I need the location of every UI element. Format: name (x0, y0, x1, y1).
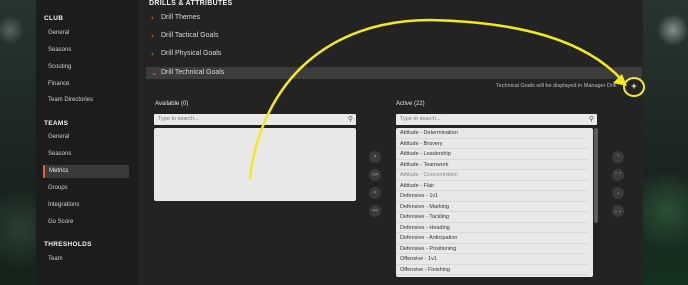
list-item[interactable]: Defensive - Marking (396, 202, 588, 212)
sidebar-item-threshold-team[interactable]: Team (43, 253, 129, 266)
search-icon: ⚲ (588, 116, 594, 123)
move-up-button[interactable]: ⌃ (612, 151, 624, 163)
available-list[interactable] (154, 128, 356, 201)
list-item[interactable]: Attitude - Flair (396, 181, 588, 191)
available-label: Available (0) (155, 101, 189, 107)
active-search-input[interactable]: Type to search... ⚲ (396, 114, 597, 125)
info-text: Technical Goals will be displayed in Man… (496, 83, 617, 89)
main-panel: DRILLS & ATTRIBUTES › Drill Themes › Dri… (138, 0, 645, 285)
sidebar-section-club: CLUB (44, 15, 64, 22)
sidebar-item-club-general[interactable]: General (43, 27, 129, 40)
sidebar-item-finance[interactable]: Finance (43, 78, 129, 91)
accordion-label: Drill Physical Goals (161, 50, 222, 57)
move-all-left-button[interactable]: << (369, 205, 381, 217)
list-item[interactable]: Defensive - Positioning (396, 244, 588, 254)
chevron-right-icon: › (151, 49, 154, 58)
sidebar-item-groups[interactable]: Groups (43, 182, 129, 195)
move-down-button[interactable]: ⌄ (612, 187, 624, 199)
available-search-input[interactable]: Type to search... ⚲ (154, 114, 356, 125)
sidebar-item-teams-seasons[interactable]: Seasons (43, 148, 129, 161)
move-right-button[interactable]: > (369, 151, 381, 163)
list-item[interactable]: Attitude - Bravery (396, 139, 588, 149)
list-item[interactable]: Defensive - Heading (396, 223, 588, 233)
accordion-drill-tactical-goals[interactable]: › Drill Tactical Goals (146, 30, 642, 42)
accordion-label: Drill Themes (161, 14, 201, 21)
sidebar-item-scouting[interactable]: Scouting (43, 61, 129, 74)
background-left (0, 0, 36, 285)
list-item[interactable]: Defensive - Anticipation (396, 233, 588, 244)
sidebar: CLUB General Seasons Scouting Finance Te… (36, 0, 138, 285)
background-right (643, 0, 688, 285)
chevron-right-icon: › (151, 13, 154, 22)
sidebar-item-teams-general[interactable]: General (43, 131, 129, 144)
move-left-button[interactable]: < (369, 187, 381, 199)
page-title: DRILLS & ATTRIBUTES (149, 0, 233, 7)
list-item[interactable]: Attitude - Leadership (396, 149, 588, 160)
sidebar-item-club-seasons[interactable]: Seasons (43, 44, 129, 57)
accordion-label: Drill Technical Goals (161, 69, 225, 76)
list-item[interactable]: Attitude - Determination (396, 128, 588, 139)
sidebar-section-teams: TEAMS (44, 120, 69, 127)
search-placeholder: Type to search... (400, 116, 441, 122)
list-item[interactable]: Attitude - Concentration (396, 170, 588, 181)
search-icon: ⚲ (347, 116, 353, 123)
search-placeholder: Type to search... (158, 116, 199, 122)
add-goal-button[interactable]: + (629, 81, 639, 91)
active-label: Active (22) (396, 101, 425, 107)
sidebar-item-team-directories[interactable]: Team Directories (43, 94, 129, 107)
chevron-down-icon: ⌄ (151, 68, 158, 77)
chevron-right-icon: › (151, 31, 154, 40)
move-bottom-button[interactable]: ⌄⌄ (612, 205, 624, 217)
accordion-drill-physical-goals[interactable]: › Drill Physical Goals (146, 48, 642, 60)
sidebar-section-thresholds: THRESHOLDS (44, 241, 92, 248)
list-item[interactable]: Offensive - Finishing (396, 265, 588, 275)
move-top-button[interactable]: ⌃⌃ (612, 169, 624, 181)
accordion-drill-themes[interactable]: › Drill Themes (146, 12, 642, 24)
accordion-label: Drill Tactical Goals (161, 32, 219, 39)
list-item[interactable]: Defensive - 1v1 (396, 191, 588, 202)
sidebar-item-go-score[interactable]: Go Score (43, 216, 129, 229)
sidebar-item-metrics[interactable]: Metrics (43, 165, 129, 178)
active-list[interactable]: Attitude - Determination Attitude - Brav… (396, 128, 593, 277)
accordion-drill-technical-goals[interactable]: ⌄ Drill Technical Goals (146, 67, 642, 79)
list-item[interactable]: Attitude - Teamwork (396, 160, 588, 170)
sidebar-item-integrations[interactable]: Integrations (43, 199, 129, 212)
move-all-right-button[interactable]: >> (369, 169, 381, 181)
active-list-scrollbar[interactable] (594, 128, 598, 223)
list-item[interactable]: Offensive - 1v1 (396, 254, 588, 265)
list-item[interactable]: Defensive - Tackling (396, 212, 588, 223)
